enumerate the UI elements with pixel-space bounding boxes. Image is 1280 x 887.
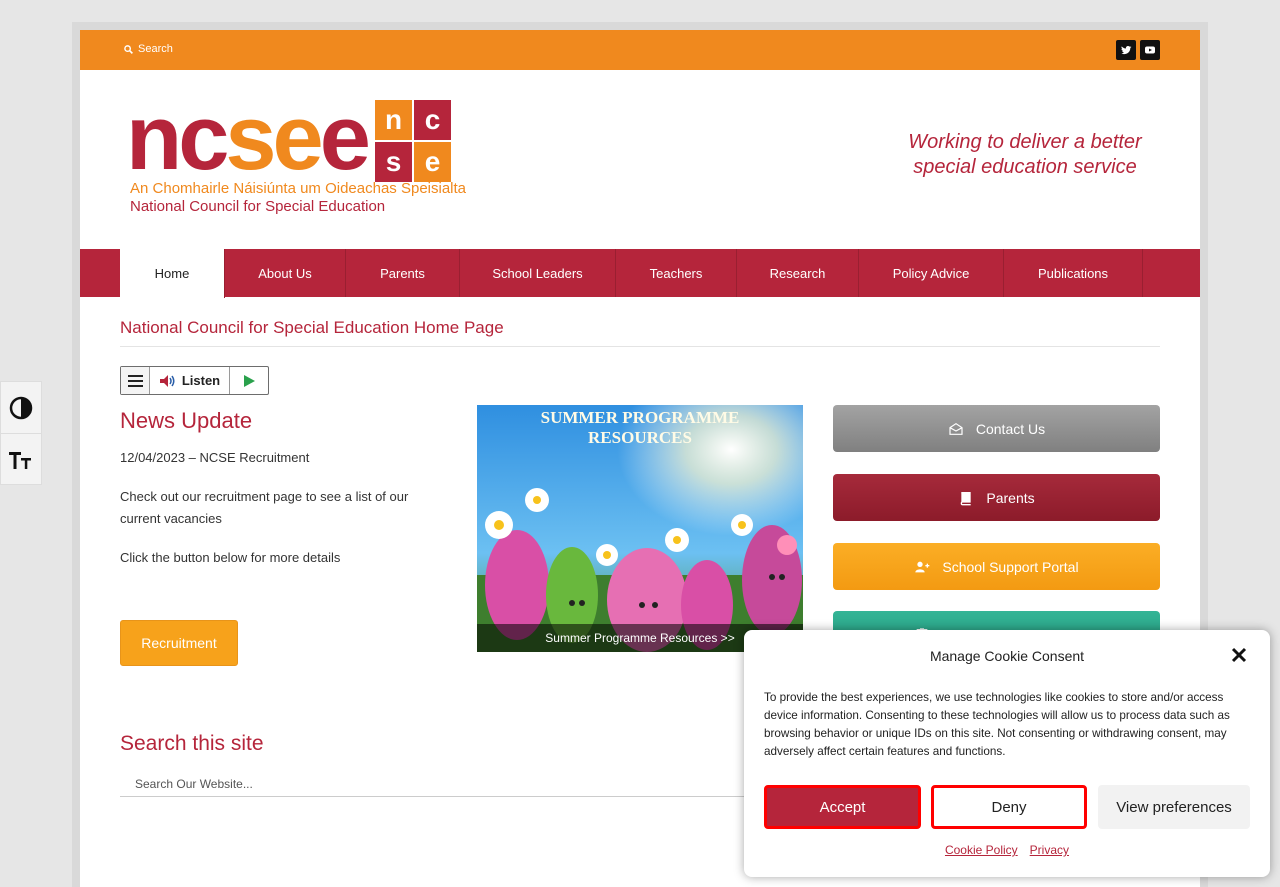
search-icon bbox=[124, 44, 133, 54]
listen-button[interactable]: Listen bbox=[150, 367, 230, 394]
nav-item-home[interactable]: Home bbox=[120, 249, 225, 298]
listen-label: Listen bbox=[181, 373, 221, 388]
top-bar: Search bbox=[80, 30, 1200, 70]
top-search-placeholder: Search bbox=[138, 43, 173, 55]
speaker-icon bbox=[159, 374, 175, 387]
contact-us-label: Contact Us bbox=[975, 420, 1046, 437]
tagline-line-1: Working to deliver a better bbox=[908, 131, 1142, 153]
listen-menu-button[interactable] bbox=[121, 367, 150, 394]
twitter-icon[interactable] bbox=[1116, 40, 1136, 60]
nav-item-about-us[interactable]: About Us bbox=[225, 249, 346, 297]
user-plus-icon bbox=[915, 561, 930, 572]
deny-button[interactable]: Deny bbox=[931, 785, 1087, 829]
play-icon bbox=[243, 374, 255, 387]
search-section-title: Search this site bbox=[120, 732, 264, 755]
news-body: Check out our recruitment page to see a … bbox=[120, 489, 409, 526]
news-title: News Update bbox=[120, 408, 253, 433]
close-icon[interactable] bbox=[1230, 646, 1248, 664]
text-size-icon bbox=[9, 452, 31, 469]
contact-us-button[interactable]: Contact Us bbox=[833, 405, 1160, 452]
logo-wordmark: ncsee bbox=[126, 87, 371, 189]
banner-title-line-1: SUMMER PROGRAMME bbox=[540, 408, 740, 427]
page-title: National Council for Special Education H… bbox=[120, 318, 504, 337]
cookie-description: To provide the best experiences, we use … bbox=[764, 691, 1230, 758]
nav-item-school-leaders[interactable]: School Leaders bbox=[460, 249, 616, 297]
cookie-consent-dialog: Manage Cookie Consent To provide the bes… bbox=[744, 630, 1270, 877]
site-search-input[interactable]: Search Our Website... bbox=[120, 772, 760, 797]
logo-tile: n c s e bbox=[375, 100, 451, 182]
school-support-portal-label: School Support Portal bbox=[942, 558, 1079, 575]
youtube-icon[interactable] bbox=[1140, 40, 1160, 60]
contrast-icon bbox=[9, 396, 33, 419]
school-support-portal-button[interactable]: School Support Portal bbox=[833, 543, 1160, 590]
book-icon bbox=[961, 491, 972, 505]
banner-title: SUMMER PROGRAMME RESOURCES bbox=[477, 408, 803, 448]
banner-title-line-2: RESOURCES bbox=[588, 428, 692, 447]
title-divider bbox=[120, 346, 1160, 347]
play-button[interactable] bbox=[230, 367, 268, 394]
top-search[interactable]: Search bbox=[124, 43, 173, 55]
nav-item-policy-advice[interactable]: Policy Advice bbox=[859, 249, 1004, 297]
logo-irish-name: An Chomhairle Náisiúnta um Oideachas Spe… bbox=[130, 180, 467, 197]
privacy-link[interactable]: Privacy bbox=[1030, 843, 1069, 857]
accessibility-toolbar bbox=[0, 381, 42, 485]
parents-label: Parents bbox=[986, 489, 1035, 506]
read-speaker-widget: Listen bbox=[120, 366, 269, 395]
logo-english-name: National Council for Special Education bbox=[130, 198, 386, 215]
parents-button[interactable]: Parents bbox=[833, 474, 1160, 521]
nav-item-teachers[interactable]: Teachers bbox=[616, 249, 737, 297]
main-nav: Home About Us Parents School Leaders Tea… bbox=[80, 249, 1200, 298]
contrast-toggle-button[interactable] bbox=[1, 382, 41, 434]
menu-icon bbox=[127, 374, 143, 387]
recruitment-button[interactable]: Recruitment bbox=[120, 620, 238, 666]
cookie-policy-link[interactable]: Cookie Policy bbox=[945, 843, 1018, 857]
tagline: Working to deliver a better special educ… bbox=[880, 130, 1170, 180]
nav-item-parents[interactable]: Parents bbox=[346, 249, 460, 297]
nav-item-publications[interactable]: Publications bbox=[1004, 249, 1143, 297]
cookie-title: Manage Cookie Consent bbox=[929, 648, 1085, 664]
nav-item-research[interactable]: Research bbox=[737, 249, 859, 297]
view-preferences-button[interactable]: View preferences bbox=[1098, 785, 1250, 829]
tagline-line-2: special education service bbox=[913, 156, 1137, 178]
accept-button[interactable]: Accept bbox=[764, 785, 921, 829]
envelope-open-icon bbox=[949, 422, 963, 435]
summer-programme-banner[interactable]: SUMMER PROGRAMME RESOURCES Summer Progra… bbox=[477, 405, 803, 652]
cookie-links: Cookie Policy Privacy bbox=[744, 843, 1270, 857]
font-size-toggle-button[interactable] bbox=[1, 434, 41, 486]
news-meta: 12/04/2023 – NCSE Recruitment bbox=[120, 450, 310, 465]
news-more: Click the button below for more details bbox=[120, 550, 341, 565]
site-logo[interactable]: ncsee n c s e An Chomhairle Náisiúnta um… bbox=[126, 92, 466, 218]
